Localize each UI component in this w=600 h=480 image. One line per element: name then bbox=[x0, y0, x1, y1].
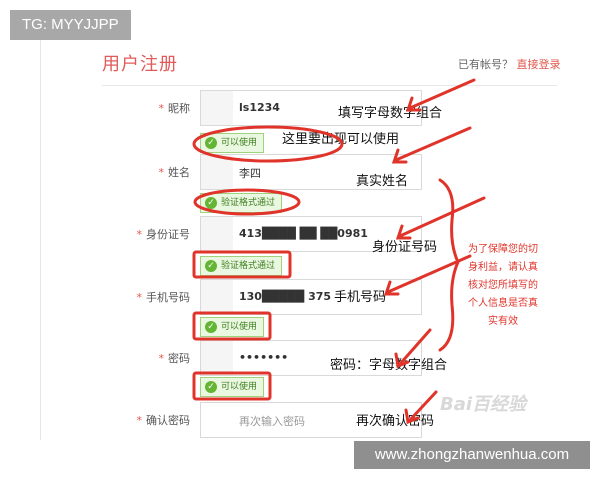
box-id-status bbox=[192, 250, 292, 279]
ellipse-name-status bbox=[193, 188, 301, 216]
arrow-status bbox=[391, 126, 472, 164]
arrow-nickname bbox=[405, 78, 476, 112]
annotation-overlay bbox=[192, 78, 486, 425]
box-password-status bbox=[192, 371, 272, 401]
arrow-id bbox=[395, 196, 486, 240]
box-phone-status bbox=[192, 311, 272, 341]
ellipse-nickname-status bbox=[192, 125, 344, 163]
arrow-password bbox=[394, 328, 432, 369]
bottom-watermark: www.zhongzhanwenhua.com bbox=[354, 441, 590, 469]
arrow-confirm bbox=[404, 390, 438, 425]
